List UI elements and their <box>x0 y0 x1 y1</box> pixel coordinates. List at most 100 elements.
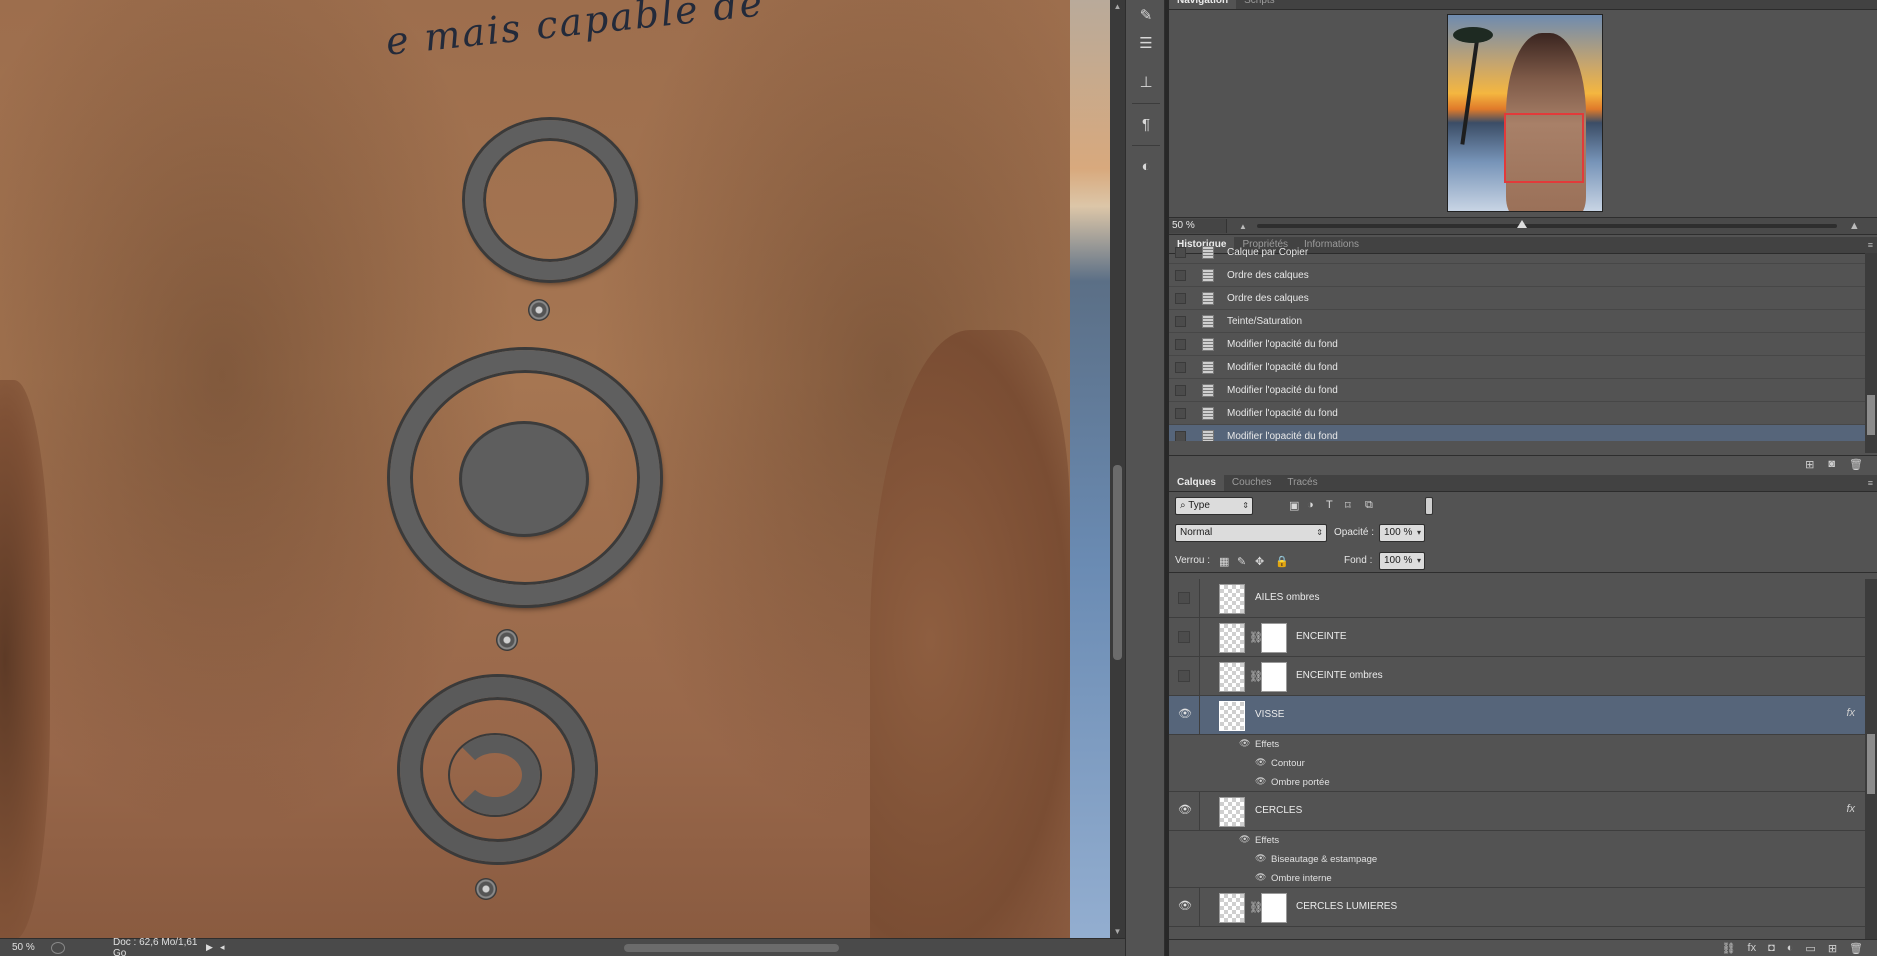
history-source-checkbox[interactable] <box>1175 292 1186 304</box>
history-source-checkbox[interactable] <box>1175 315 1186 327</box>
trash-icon[interactable]: 🗑 <box>1849 458 1863 471</box>
filter-pixel-icon[interactable]: ▣ <box>1289 499 1299 512</box>
effect-row[interactable]: 👁 Ombre interne <box>1169 869 1865 888</box>
history-source-checkbox[interactable] <box>1175 269 1186 281</box>
layer-mask-thumbnail[interactable] <box>1261 662 1287 692</box>
sliders-icon[interactable]: ☰ <box>1134 31 1158 55</box>
lock-transparent-icon[interactable]: ▦ <box>1219 555 1229 568</box>
history-source-checkbox[interactable] <box>1175 384 1186 396</box>
new-layer-icon[interactable]: ⊞ <box>1828 942 1837 955</box>
layer-row-selected[interactable]: 👁 VISSE fx <box>1169 696 1865 735</box>
scroll-thumb[interactable] <box>1867 734 1875 794</box>
canvas-horizontal-scrollbar[interactable] <box>234 942 1107 954</box>
tab-channels[interactable]: Couches <box>1224 475 1279 491</box>
play-arrow-icon[interactable]: ▶ <box>206 942 220 953</box>
fx-icon[interactable]: fx <box>1846 803 1855 815</box>
history-item[interactable]: Ordre des calques <box>1169 264 1865 287</box>
navigator-preview[interactable] <box>1447 14 1603 212</box>
eye-icon[interactable]: 👁 <box>1255 776 1266 787</box>
lock-pixels-icon[interactable]: ✎ <box>1237 555 1246 568</box>
eye-icon[interactable]: 👁 <box>1178 803 1192 816</box>
layer-row[interactable]: ⛓ ENCEINTE <box>1169 618 1865 657</box>
adjustment-layer-icon[interactable]: ◐ <box>1787 942 1794 954</box>
eye-icon[interactable]: 👁 <box>1239 834 1250 845</box>
effects-row[interactable]: 👁 Effets <box>1169 831 1865 850</box>
scroll-left-icon[interactable]: ◂ <box>220 942 234 953</box>
layer-row[interactable]: ⛓ ENCEINTE ombres <box>1169 657 1865 696</box>
add-mask-icon[interactable]: ◘ <box>1768 942 1775 954</box>
history-item[interactable]: Teinte/Saturation <box>1169 310 1865 333</box>
filter-kind-select[interactable]: ⌕ Type ⇕ <box>1175 497 1253 515</box>
history-item[interactable]: Modifier l'opacité du fond <box>1169 379 1865 402</box>
eye-icon[interactable]: 👁 <box>1255 757 1266 768</box>
zoom-out-icon[interactable]: ▲ <box>1239 222 1247 231</box>
tab-layers[interactable]: Calques <box>1169 475 1224 491</box>
navigator-zoom-value[interactable]: 50 % <box>1169 219 1227 233</box>
blend-mode-select[interactable]: Normal ⇕ <box>1175 524 1327 542</box>
navigator-view-box[interactable] <box>1504 113 1584 183</box>
visibility-toggle[interactable] <box>1178 631 1190 643</box>
lock-position-icon[interactable]: ✥ <box>1255 555 1264 568</box>
panel-menu-icon[interactable]: ≡ <box>1868 240 1873 250</box>
tab-navigation[interactable]: Navigation <box>1169 0 1237 9</box>
scroll-up-icon[interactable]: ▲ <box>1113 2 1122 11</box>
visibility-toggle[interactable] <box>1178 592 1190 604</box>
group-folder-icon[interactable]: ▭ <box>1805 942 1815 955</box>
effect-row[interactable]: 👁 Biseautage & estampage <box>1169 850 1865 869</box>
scroll-thumb[interactable] <box>1867 395 1875 435</box>
trash-icon[interactable]: 🗑 <box>1849 942 1863 955</box>
brush-presets-icon[interactable]: ✎ <box>1134 3 1158 27</box>
layers-scrollbar[interactable] <box>1865 579 1877 939</box>
visibility-toggle[interactable] <box>1178 670 1190 682</box>
adjustment-icon[interactable]: ◐ <box>1134 154 1158 178</box>
scroll-thumb[interactable] <box>624 943 839 952</box>
share-icon[interactable] <box>51 941 65 954</box>
fx-icon[interactable]: fx <box>1846 707 1855 719</box>
image-canvas[interactable]: e mais capable de <box>0 0 1110 938</box>
filter-smart-object-icon[interactable]: ⧉ <box>1365 499 1373 512</box>
tab-paths[interactable]: Tracés <box>1279 475 1325 491</box>
layer-mask-thumbnail[interactable] <box>1261 623 1287 653</box>
zoom-level[interactable]: 50 % <box>0 942 45 953</box>
history-item[interactable]: Ordre des calques <box>1169 287 1865 310</box>
history-item[interactable]: Modifier l'opacité du fond <box>1169 402 1865 425</box>
snapshot-icon[interactable]: ◙ <box>1828 458 1835 470</box>
scroll-down-icon[interactable]: ▼ <box>1113 927 1122 936</box>
layer-row[interactable]: AILES ombres <box>1169 579 1865 618</box>
eye-icon[interactable]: 👁 <box>1255 872 1266 883</box>
canvas-vertical-scrollbar[interactable]: ▲ ▼ <box>1110 0 1125 938</box>
zoom-in-icon[interactable]: ▲ <box>1849 220 1860 232</box>
eye-icon[interactable]: 👁 <box>1178 899 1192 912</box>
history-source-checkbox[interactable] <box>1175 361 1186 373</box>
fill-field[interactable]: 100 % ▾ <box>1379 552 1425 570</box>
zoom-slider-knob[interactable] <box>1516 220 1527 228</box>
history-item[interactable]: Modifier l'opacité du fond <box>1169 356 1865 379</box>
new-document-from-state-icon[interactable]: ⊞ <box>1805 458 1814 471</box>
scroll-thumb[interactable] <box>1113 465 1122 660</box>
eye-icon[interactable]: 👁 <box>1178 707 1192 720</box>
effects-row[interactable]: 👁 Effets <box>1169 735 1865 754</box>
history-source-checkbox[interactable] <box>1175 407 1186 419</box>
layer-mask-thumbnail[interactable] <box>1261 893 1287 923</box>
history-item[interactable]: Modifier l'opacité du fond <box>1169 333 1865 356</box>
effect-row[interactable]: 👁 Ombre portée <box>1169 773 1865 792</box>
tab-scripts[interactable]: Scripts <box>1236 0 1283 9</box>
history-source-checkbox[interactable] <box>1175 246 1186 258</box>
eye-icon[interactable]: 👁 <box>1239 738 1250 749</box>
layer-row[interactable]: 👁 ⛓ CERCLES LUMIERES <box>1169 888 1865 927</box>
clone-source-icon[interactable]: ⊥ <box>1134 70 1158 94</box>
filter-toggle[interactable] <box>1425 497 1433 515</box>
filter-adjustment-icon[interactable]: ◑ <box>1307 499 1314 511</box>
history-source-checkbox[interactable] <box>1175 338 1186 350</box>
layer-row[interactable]: 👁 CERCLES fx <box>1169 792 1865 831</box>
link-layers-icon[interactable]: ⛓ <box>1722 942 1736 955</box>
effect-row[interactable]: 👁 Contour <box>1169 754 1865 773</box>
lock-all-icon[interactable]: 🔒 <box>1275 555 1289 568</box>
history-item[interactable]: Modifier l'opacité du fond <box>1169 425 1865 441</box>
opacity-field[interactable]: 100 % ▾ <box>1379 524 1425 542</box>
zoom-slider[interactable] <box>1256 220 1837 228</box>
eye-icon[interactable]: 👁 <box>1255 853 1266 864</box>
history-item[interactable]: Calque par Copier <box>1169 241 1865 264</box>
history-source-checkbox[interactable] <box>1175 430 1186 441</box>
history-scrollbar[interactable] <box>1865 253 1877 453</box>
